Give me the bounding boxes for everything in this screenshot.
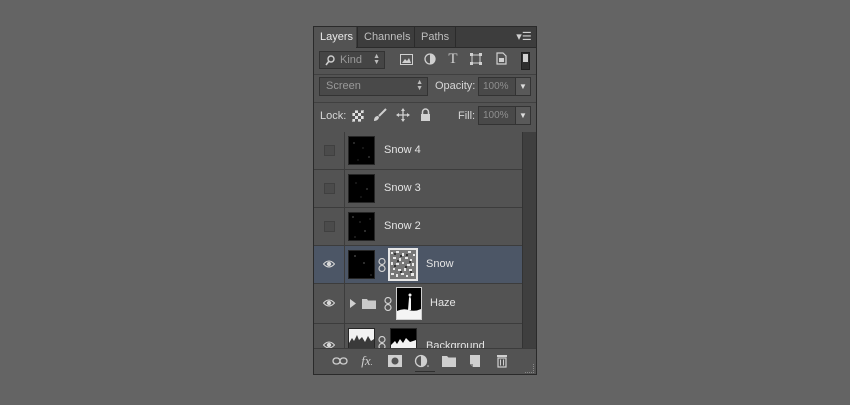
- panel-resize-grip[interactable]: [415, 371, 435, 374]
- layer-name: Snow 3: [384, 182, 421, 194]
- tab-channels[interactable]: Channels: [357, 27, 413, 47]
- tab-paths[interactable]: Paths: [414, 27, 456, 47]
- chain-link-icon[interactable]: [378, 336, 386, 348]
- folder-icon: [362, 299, 376, 309]
- filter-kind-select[interactable]: Kind ▲ ▼: [319, 51, 385, 69]
- visibility-toggle[interactable]: [314, 246, 345, 284]
- delete-icon[interactable]: [494, 354, 510, 368]
- layer-thumbnail: [348, 136, 375, 165]
- new-group-icon[interactable]: [441, 354, 457, 368]
- visibility-toggle[interactable]: [314, 284, 345, 324]
- layers-scrollbar[interactable]: [522, 132, 536, 348]
- type-filter-icon[interactable]: T: [446, 52, 460, 67]
- lock-transparent-pixels-icon[interactable]: [352, 110, 364, 122]
- layers-panel: Layers Channels Paths ▾☰ Kind ▲ ▼ T Scre…: [313, 26, 537, 375]
- chain-link-icon[interactable]: [384, 297, 392, 311]
- expand-arrow-icon[interactable]: [350, 299, 356, 308]
- blend-row: Screen ▲ ▼ Opacity: 100% ▼: [314, 75, 536, 101]
- visibility-off-box: [324, 221, 335, 232]
- add-mask-icon[interactable]: [387, 354, 403, 368]
- chain-link-icon[interactable]: [378, 258, 386, 272]
- opacity-dropdown-button[interactable]: ▼: [515, 77, 531, 96]
- layer-row-snow[interactable]: Snow: [314, 246, 522, 284]
- layer-name: Snow: [426, 258, 454, 270]
- adjustment-filter-icon[interactable]: [424, 53, 436, 65]
- visibility-off-box: [324, 183, 335, 194]
- visibility-toggle[interactable]: [314, 132, 345, 170]
- smart-object-filter-icon[interactable]: [496, 52, 507, 65]
- fill-input[interactable]: 100%: [478, 106, 516, 125]
- visibility-toggle[interactable]: [314, 208, 345, 246]
- filter-kind-label: Kind: [340, 54, 363, 66]
- link-layers-icon[interactable]: [332, 354, 348, 368]
- shape-filter-icon[interactable]: [470, 53, 482, 65]
- panel-menu-icon[interactable]: ▾☰: [516, 30, 532, 44]
- filter-toggle-switch[interactable]: [521, 52, 530, 70]
- select-arrows-icon: ▲ ▼: [373, 53, 380, 66]
- blend-mode-value: Screen: [326, 80, 361, 92]
- layer-thumbnail: [348, 328, 375, 348]
- visibility-off-box: [324, 145, 335, 156]
- visibility-toggle[interactable]: [314, 324, 345, 348]
- select-arrows-icon: ▲ ▼: [416, 79, 423, 92]
- layer-row-snow-4[interactable]: Snow 4: [314, 132, 522, 170]
- layer-thumbnail: [348, 250, 375, 279]
- layer-row-background[interactable]: Background: [314, 324, 522, 348]
- layer-mask-thumbnail[interactable]: [390, 328, 417, 348]
- layer-name: Background: [426, 340, 485, 348]
- layer-name: Snow 2: [384, 220, 421, 232]
- eye-icon: [323, 299, 335, 307]
- search-icon: [325, 55, 335, 66]
- eye-icon: [323, 341, 335, 348]
- new-layer-icon[interactable]: [467, 354, 483, 368]
- layer-name: Haze: [430, 297, 456, 309]
- layer-row-haze[interactable]: Haze: [314, 284, 522, 324]
- panel-bottom-bar: fx.: [314, 348, 536, 374]
- filter-row: Kind ▲ ▼ T: [314, 48, 536, 74]
- opacity-label: Opacity:: [435, 80, 476, 92]
- lock-image-pixels-icon[interactable]: [373, 108, 387, 122]
- layer-mask-thumbnail[interactable]: [388, 248, 418, 281]
- lock-row: Lock: Fill: 100% ▼: [314, 103, 536, 131]
- resize-corner-handle[interactable]: [525, 364, 534, 373]
- layer-thumbnail: [348, 212, 375, 241]
- eye-icon: [323, 260, 335, 268]
- layer-name: Snow 4: [384, 144, 421, 156]
- lock-label: Lock:: [320, 110, 347, 122]
- fx-icon[interactable]: fx.: [359, 354, 375, 368]
- image-filter-icon[interactable]: [400, 54, 413, 65]
- lock-all-icon[interactable]: [420, 108, 431, 122]
- layer-row-snow-2[interactable]: Snow 2: [314, 208, 522, 246]
- layers-list: Snow 4 Snow 3 Snow 2 Snow Haze Backgroun…: [314, 132, 522, 348]
- visibility-toggle[interactable]: [314, 170, 345, 208]
- opacity-input[interactable]: 100%: [478, 77, 516, 96]
- layer-thumbnail: [348, 174, 375, 203]
- lock-position-icon[interactable]: [396, 108, 410, 122]
- group-mask-thumbnail[interactable]: [396, 287, 422, 320]
- blend-mode-select[interactable]: Screen ▲ ▼: [319, 77, 428, 96]
- fill-label: Fill:: [458, 110, 476, 122]
- panel-tabs: Layers Channels Paths ▾☰: [314, 27, 536, 48]
- fill-dropdown-button[interactable]: ▼: [515, 106, 531, 125]
- layer-row-snow-3[interactable]: Snow 3: [314, 170, 522, 208]
- tab-layers[interactable]: Layers: [314, 27, 356, 48]
- adjustment-layer-icon[interactable]: [414, 354, 430, 368]
